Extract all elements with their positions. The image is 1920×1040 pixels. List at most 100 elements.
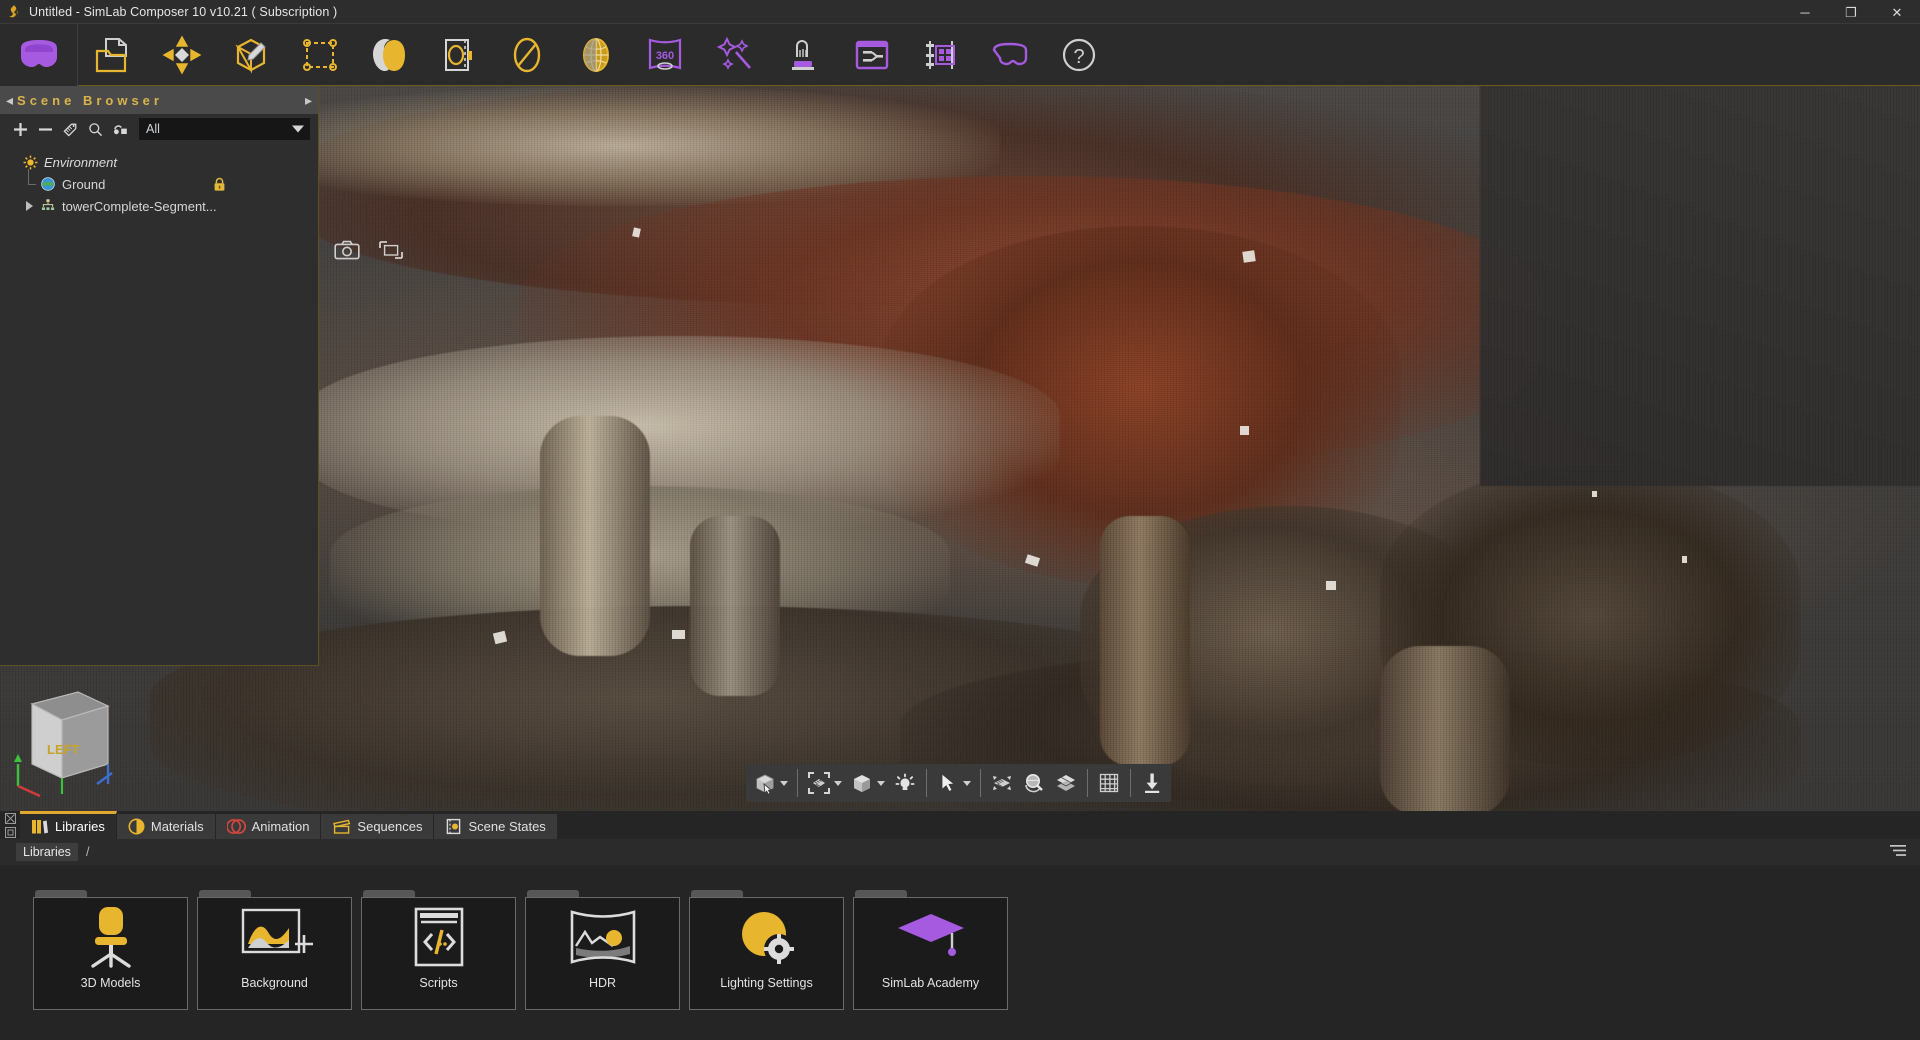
tree-row[interactable]: Ground: [0, 173, 318, 195]
file-button[interactable]: [78, 24, 147, 86]
push-button-trigger[interactable]: [768, 24, 837, 86]
view-orientation-cube[interactable]: LEFT: [0, 666, 175, 811]
chevron-down-icon[interactable]: [834, 781, 842, 786]
material-button[interactable]: [492, 24, 561, 86]
library-card-simlab-academy[interactable]: SimLab Academy: [853, 890, 1008, 1010]
plus-icon[interactable]: [8, 116, 33, 142]
camera-icon[interactable]: [332, 238, 362, 262]
padlock-icon[interactable]: [108, 116, 133, 142]
tab-libraries[interactable]: Libraries: [20, 811, 117, 839]
toolbar-separator: [1087, 769, 1088, 797]
rendering-button[interactable]: [354, 24, 423, 86]
lighting-tool[interactable]: [889, 764, 921, 802]
tab-sequences[interactable]: Sequences: [321, 814, 434, 839]
book-render-button[interactable]: [423, 24, 492, 86]
library-card-3d-models[interactable]: 3D Models: [33, 890, 188, 1010]
modeling-button[interactable]: [216, 24, 285, 86]
clapper-icon: [332, 818, 351, 835]
crop-frame-icon[interactable]: [376, 238, 406, 262]
bottom-dock: Libraries Materials Animation: [0, 811, 1920, 1040]
scene-filter-dropdown[interactable]: All: [139, 118, 310, 140]
dock-tabstrip: Libraries Materials Animation: [0, 811, 1920, 839]
card-label: Scripts: [362, 976, 515, 990]
card-body[interactable]: 3D Models: [33, 897, 188, 1010]
layers-tool[interactable]: [1050, 764, 1082, 802]
card-body[interactable]: Scripts: [361, 897, 516, 1010]
lighting-gear-icon: [690, 898, 843, 976]
card-label: Lighting Settings: [690, 976, 843, 990]
fit-to-view-tool[interactable]: [803, 764, 846, 802]
scan-artifact: [1240, 426, 1249, 435]
tree-item-label: Ground: [62, 177, 105, 192]
card-body[interactable]: HDR: [525, 897, 680, 1010]
panorama-label: 360: [655, 50, 673, 62]
selection-box-button[interactable]: [285, 24, 354, 86]
scene-browser-title: Scene Browser: [13, 93, 305, 108]
move-button[interactable]: [147, 24, 216, 86]
vr-viewer-button[interactable]: [975, 24, 1044, 86]
list-options-icon[interactable]: [1890, 844, 1906, 863]
card-label: HDR: [526, 976, 679, 990]
padlock-icon[interactable]: [213, 177, 226, 195]
chevron-down-icon[interactable]: [877, 781, 885, 786]
tab-label: Animation: [252, 819, 310, 834]
node-editor-button[interactable]: [837, 24, 906, 86]
simlab-logo-icon: [6, 4, 22, 20]
help-button[interactable]: ?: [1044, 24, 1113, 86]
scene-browser-toolbar: All: [0, 114, 318, 144]
triangle-left-icon[interactable]: ◂: [6, 93, 13, 107]
hdr-panorama-icon: [526, 898, 679, 976]
card-label: 3D Models: [34, 976, 187, 990]
card-body[interactable]: SimLab Academy: [853, 897, 1008, 1010]
office-chair-icon: [34, 898, 187, 976]
breadcrumb-root[interactable]: Libraries: [16, 843, 78, 861]
tab-animation[interactable]: Animation: [216, 814, 322, 839]
triangle-right-icon[interactable]: ▸: [305, 93, 312, 107]
dock-controls[interactable]: [0, 811, 20, 839]
mesh-select-tool[interactable]: [986, 764, 1018, 802]
sun-icon: [20, 155, 40, 170]
chevron-down-icon[interactable]: [780, 781, 788, 786]
library-card-lighting-settings[interactable]: Lighting Settings: [689, 890, 844, 1010]
pick-tool[interactable]: [932, 764, 975, 802]
library-card-scripts[interactable]: Scripts: [361, 890, 516, 1010]
minimize-button[interactable]: ─: [1782, 0, 1828, 24]
tree-elbow: [20, 173, 38, 195]
viewport-3d[interactable]: ◂ Scene Browser ▸: [0, 86, 1920, 811]
svg-text:?: ?: [1073, 46, 1084, 68]
card-body[interactable]: Background: [197, 897, 352, 1010]
drop-to-floor-tool[interactable]: [1136, 764, 1168, 802]
anim-circles-icon: [227, 818, 246, 835]
tab-scene-states[interactable]: Scene States: [434, 814, 557, 839]
panorama-360-button[interactable]: 360: [630, 24, 699, 86]
card-body[interactable]: Lighting Settings: [689, 897, 844, 1010]
close-button[interactable]: ✕: [1874, 0, 1920, 24]
expand-triangle-icon[interactable]: [20, 201, 38, 211]
tab-label: Scene States: [468, 819, 545, 834]
library-card-background[interactable]: Background: [197, 890, 352, 1010]
tag-icon[interactable]: [58, 116, 83, 142]
scene-tree[interactable]: Environment Ground: [0, 144, 318, 665]
simlab-composer-window: Untitled - SimLab Composer 10 v10.21 ( S…: [0, 0, 1920, 1040]
chevron-down-icon[interactable]: [963, 781, 971, 786]
search-icon[interactable]: [83, 116, 108, 142]
minus-icon[interactable]: [33, 116, 58, 142]
title-bar: Untitled - SimLab Composer 10 v10.21 ( S…: [0, 0, 1920, 24]
tab-label: Libraries: [55, 819, 105, 834]
tree-row[interactable]: Environment: [0, 151, 318, 173]
scan-artifact: [1682, 556, 1687, 563]
code-window-icon: [362, 898, 515, 976]
tree-row[interactable]: towerComplete-Segment...: [0, 195, 318, 217]
grid-toggle[interactable]: [1093, 764, 1125, 802]
scan-artifact: [1242, 250, 1255, 263]
tab-materials[interactable]: Materials: [117, 814, 216, 839]
magic-wand-button[interactable]: [699, 24, 768, 86]
select-object-tool[interactable]: [749, 764, 792, 802]
grid-properties-button[interactable]: [906, 24, 975, 86]
globe-button[interactable]: [561, 24, 630, 86]
maximize-button[interactable]: ❐: [1828, 0, 1874, 24]
workbench-vr-button[interactable]: [0, 24, 78, 86]
shading-mode-tool[interactable]: [846, 764, 889, 802]
library-card-hdr[interactable]: HDR: [525, 890, 680, 1010]
zoom-region-tool[interactable]: [1018, 764, 1050, 802]
